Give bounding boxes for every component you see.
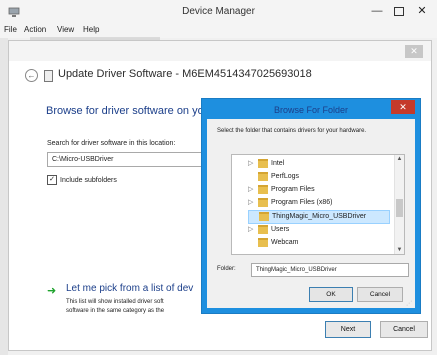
- folder-icon: [258, 237, 268, 247]
- search-location-label: Search for driver software in this locat…: [47, 140, 176, 147]
- green-arrow-icon: ➜: [47, 285, 57, 297]
- wizard-close-button[interactable]: ✕: [405, 45, 423, 58]
- device-icon: [44, 70, 53, 82]
- tree-item-perflogs[interactable]: PerfLogs: [248, 171, 398, 183]
- dialog-body: Select the folder that contains drivers …: [207, 119, 415, 308]
- tree-item-program-files[interactable]: ▷ Program Files: [248, 184, 398, 196]
- back-arrow-icon[interactable]: ←: [25, 69, 38, 82]
- browse-for-folder-dialog: Browse For Folder ✕ Select the folder th…: [201, 98, 421, 314]
- folder-label: Folder:: [217, 266, 236, 272]
- pick-from-list-description: This list will show installed driver sof…: [66, 298, 216, 316]
- menu-view[interactable]: View: [57, 25, 74, 34]
- tree-item-thingmagic-driver[interactable]: ThingMagic_Micro_USBDriver: [248, 210, 390, 224]
- dialog-instruction: Select the folder that contains drivers …: [217, 128, 367, 134]
- tree-item-intel[interactable]: ▷ Intel: [248, 158, 398, 170]
- folder-tree[interactable]: ▷ Intel PerfLogs ▷ Program Files ▷ Program …: [231, 154, 405, 255]
- folder-icon: [258, 171, 268, 181]
- folder-icon: [258, 158, 268, 168]
- expand-arrow-icon[interactable]: ▷: [248, 158, 258, 170]
- tree-item-label: Program Files (x86): [271, 199, 333, 206]
- folder-icon: [258, 197, 268, 207]
- window-edge: [0, 38, 8, 355]
- expand-arrow-icon[interactable]: ▷: [248, 197, 258, 209]
- pick-from-list-link[interactable]: Let me pick from a list of dev: [66, 283, 193, 294]
- menu-bar: File Action View Help: [0, 24, 437, 38]
- ok-button[interactable]: OK: [309, 287, 353, 302]
- minimize-button[interactable]: —: [368, 3, 386, 19]
- folder-icon: [258, 224, 268, 234]
- title-bar: Device Manager — ✕: [0, 0, 437, 25]
- wizard-top-strip: [9, 41, 431, 61]
- folder-icon: [258, 184, 268, 194]
- dialog-title: Browse For Folder: [273, 105, 349, 115]
- maximize-icon: [394, 6, 404, 16]
- pick-desc-line-2: software in the same category as the: [66, 308, 165, 314]
- tree-item-label: Users: [271, 226, 290, 233]
- tree-item-label: Program Files: [271, 186, 315, 193]
- menu-file[interactable]: File: [4, 25, 17, 34]
- scroll-down-icon[interactable]: ▼: [396, 247, 403, 253]
- maximize-button[interactable]: [390, 3, 408, 19]
- driver-path-input[interactable]: C:\Micro-USBDriver: [47, 152, 217, 167]
- expand-arrow-icon[interactable]: ▷: [248, 224, 258, 236]
- include-subfolders-label: Include subfolders: [60, 176, 117, 184]
- tree-item-webcam[interactable]: Webcam: [248, 237, 398, 249]
- close-button[interactable]: ✕: [411, 3, 433, 19]
- tree-item-users[interactable]: ▷ Users: [248, 224, 398, 236]
- wizard-title: Update Driver Software - M6EM45143470256…: [58, 68, 312, 80]
- menu-help[interactable]: Help: [83, 25, 99, 34]
- tree-item-label: PerfLogs: [271, 173, 300, 180]
- folder-icon: [259, 211, 269, 221]
- scroll-thumb[interactable]: [396, 199, 403, 217]
- pick-desc-line-1: This list will show installed driver sof…: [66, 299, 164, 305]
- wizard-heading: Browse for driver software on yo: [46, 105, 204, 117]
- include-subfolders-row[interactable]: ✓ Include subfolders: [47, 175, 117, 185]
- resize-grip-icon[interactable]: ⋰: [406, 300, 412, 307]
- include-subfolders-checkbox[interactable]: ✓: [47, 175, 57, 185]
- tree-item-label: Intel: [271, 160, 285, 167]
- dialog-cancel-button[interactable]: Cancel: [357, 287, 403, 302]
- wizard-cancel-button[interactable]: Cancel: [380, 321, 428, 338]
- folder-input[interactable]: ThingMagic_Micro_USBDriver: [251, 263, 409, 277]
- next-button[interactable]: Next: [325, 321, 371, 338]
- menu-action[interactable]: Action: [24, 25, 46, 34]
- tree-scrollbar[interactable]: ▲ ▼: [394, 155, 404, 254]
- expand-arrow-icon[interactable]: ▷: [248, 184, 258, 196]
- scroll-up-icon[interactable]: ▲: [396, 156, 403, 162]
- tree-item-label: ThingMagic_Micro_USBDriver: [272, 213, 367, 220]
- tree-item-program-files-x86[interactable]: ▷ Program Files (x86): [248, 197, 398, 209]
- tree-item-label: Webcam: [271, 239, 299, 246]
- dialog-close-button[interactable]: ✕: [391, 100, 415, 114]
